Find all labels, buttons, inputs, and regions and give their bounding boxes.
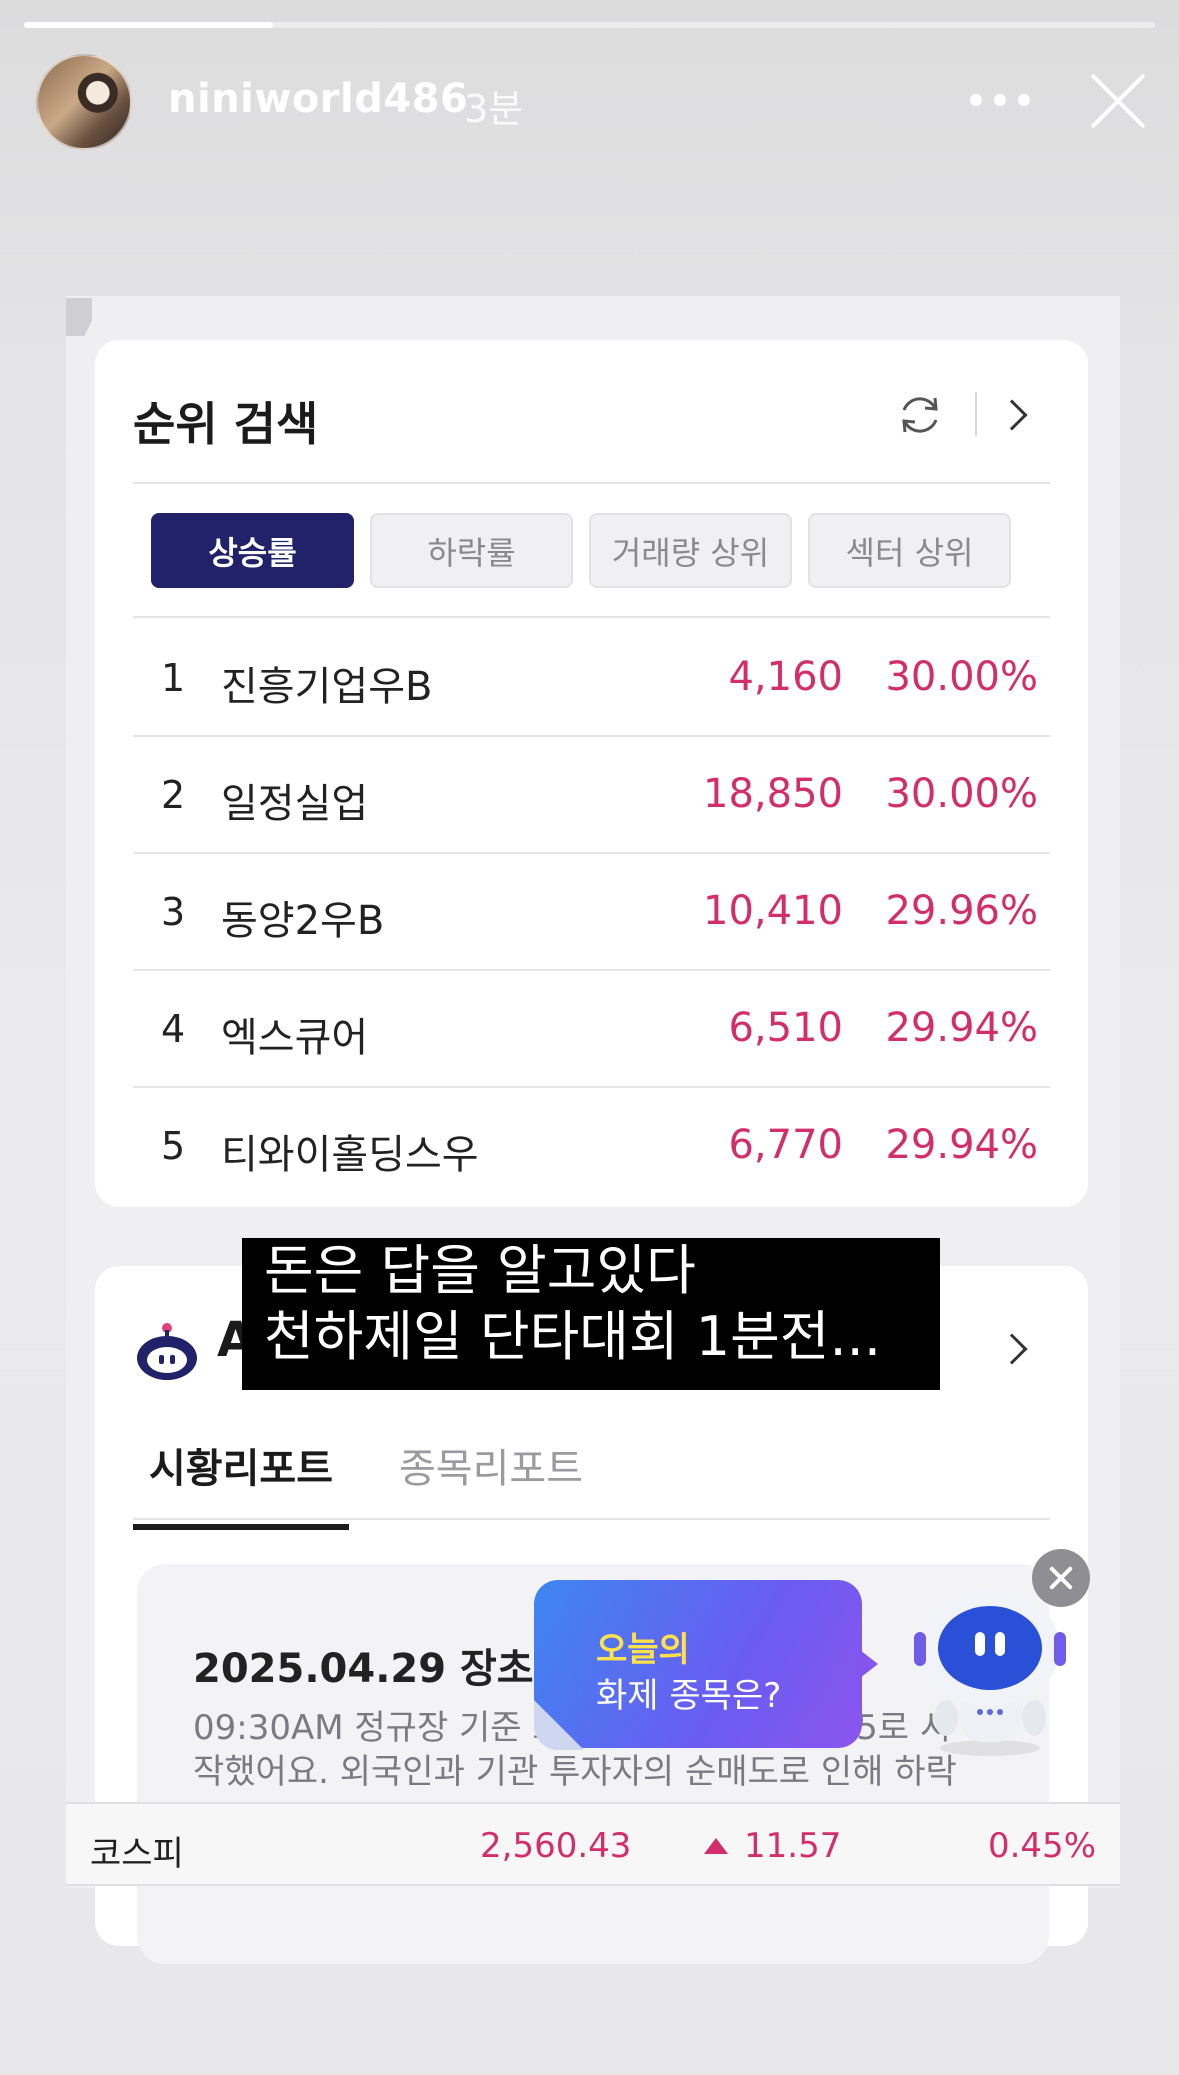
stock-name: 동양2우B: [221, 898, 385, 944]
tab-rise[interactable]: 상승률: [151, 513, 354, 588]
rank-tabs: 상승률 하락률 거래량 상위 섹터 상위: [151, 513, 1011, 588]
stock-price: 10,410: [703, 888, 843, 934]
chevron-right-icon[interactable]: [996, 1333, 1028, 1365]
index-change: 11.57: [744, 1826, 842, 1866]
stock-rate: 30.00%: [885, 771, 1038, 817]
tab-fall[interactable]: 하락률: [370, 513, 573, 588]
tab-sector[interactable]: 섹터 상위: [808, 513, 1011, 588]
rank-row[interactable]: 5 티와이홀딩스우 6,770 29.94%: [133, 1088, 1050, 1205]
report-date: 2025.04.29 장초반: [193, 1646, 571, 1692]
rank-row[interactable]: 3 동양2우B 10,410 29.96%: [133, 854, 1050, 971]
stock-price: 6,510: [728, 1005, 843, 1051]
bubble-line2: 화제 종목은?: [596, 1676, 782, 1716]
caption-line1: 돈은 답을 알고있다: [264, 1239, 696, 1302]
index-ticker-bar[interactable]: 코스피 2,560.43 11.57 0.45%: [66, 1802, 1120, 1886]
stock-rate: 29.94%: [885, 1122, 1038, 1168]
stock-name: 엑스큐어: [221, 1015, 369, 1061]
story-caption: 돈은 답을 알고있다 천하제일 단타대회 1분전...: [242, 1238, 940, 1390]
rank-number: 4: [161, 1007, 186, 1051]
story-time: 3분: [464, 87, 524, 131]
stock-name: 티와이홀딩스우: [221, 1132, 479, 1178]
rank-number: 5: [161, 1124, 186, 1168]
header-divider: [975, 392, 977, 436]
tab-stock-report[interactable]: 종목리포트: [399, 1436, 583, 1530]
rank-number: 2: [161, 773, 186, 817]
rank-row[interactable]: 1 진흥기업우B 4,160 30.00%: [133, 620, 1050, 737]
report-tabs: 시황리포트 종목리포트: [133, 1436, 583, 1530]
stock-price: 6,770: [728, 1122, 843, 1168]
divider: [133, 482, 1050, 484]
rank-number: 1: [161, 656, 186, 700]
story-username[interactable]: niniworld486: [168, 76, 468, 122]
story-progress-track: [24, 22, 1155, 28]
rank-search-card: 순위 검색 상승률 하락률 거래량 상위 섹터 상위 1 진흥기업우B 4,16…: [95, 340, 1088, 1207]
rank-number: 3: [161, 890, 186, 934]
close-icon[interactable]: [1087, 70, 1149, 132]
rank-row[interactable]: 4 엑스큐어 6,510 29.94%: [133, 971, 1050, 1088]
close-bot-icon[interactable]: [1032, 1549, 1090, 1607]
up-arrow-icon: [704, 1838, 728, 1854]
stock-price: 18,850: [703, 771, 843, 817]
tab-market-report[interactable]: 시황리포트: [133, 1436, 349, 1530]
robot-icon: [137, 1323, 197, 1380]
rank-row[interactable]: 2 일정실업 18,850 30.00%: [133, 737, 1050, 854]
stock-rate: 30.00%: [885, 654, 1038, 700]
divider: [133, 616, 1050, 618]
stock-price: 4,160: [728, 654, 843, 700]
report-body-line1: 09:30AM 정규장 기준 오: [193, 1708, 564, 1748]
chevron-right-icon[interactable]: [996, 399, 1028, 431]
refresh-icon[interactable]: [895, 390, 945, 440]
stock-rate: 29.96%: [885, 888, 1038, 934]
rank-list: 1 진흥기업우B 4,160 30.00% 2 일정실업 18,850 30.0…: [133, 620, 1050, 1205]
robot-mascot-icon[interactable]: [900, 1580, 1080, 1760]
more-icon[interactable]: [970, 94, 1030, 108]
rank-search-title: 순위 검색: [133, 397, 319, 451]
avatar[interactable]: [36, 54, 132, 150]
index-name: 코스피: [90, 1834, 184, 1874]
bubble-line1: 오늘의: [596, 1630, 690, 1670]
divider: [133, 1518, 1050, 1520]
report-body-line2: 작했어요. 외국인과 기관 투자자의 순매도로 인해 하락: [193, 1752, 957, 1792]
tab-volume[interactable]: 거래량 상위: [589, 513, 792, 588]
index-value: 2,560.43: [480, 1826, 632, 1866]
stock-name: 진흥기업우B: [221, 664, 433, 710]
caption-line2: 천하제일 단타대회 1분전...: [264, 1305, 881, 1368]
index-rate: 0.45%: [987, 1826, 1096, 1866]
stock-name: 일정실업: [221, 781, 369, 827]
hot-stock-bubble[interactable]: 오늘의 화제 종목은?: [534, 1580, 878, 1748]
story-progress-fill: [24, 22, 273, 28]
stock-rate: 29.94%: [885, 1005, 1038, 1051]
